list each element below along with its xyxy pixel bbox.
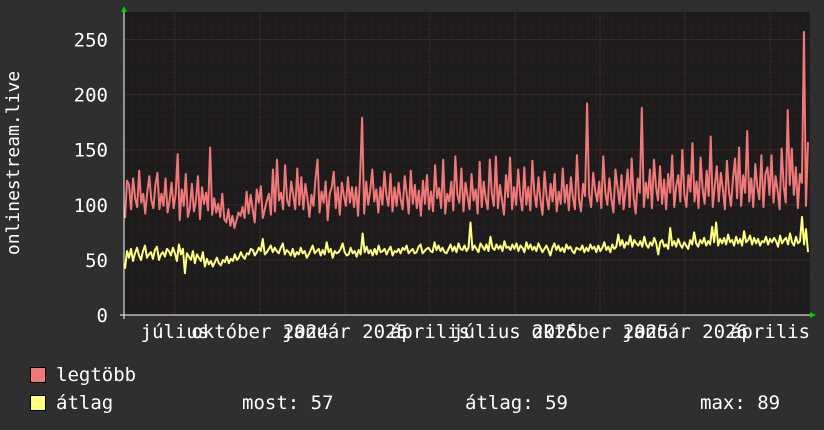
- x-axis-ticks: júliusoktóber 2024január 2025áprilisjúli…: [141, 321, 810, 343]
- y-axis-label: onlinestream.live: [3, 71, 24, 255]
- y-axis-arrow: [121, 6, 127, 12]
- y-tick-label: 150: [74, 140, 108, 162]
- y-tick-label: 0: [97, 305, 108, 327]
- x-tick-label: április: [730, 321, 810, 343]
- y-tick-label: 250: [74, 30, 108, 52]
- x-axis-arrow: [810, 312, 816, 318]
- y-tick-label: 100: [74, 195, 108, 217]
- plot-background: [124, 12, 810, 315]
- y-axis-ticks: 0 50 100 150 200 250: [74, 30, 108, 327]
- y-tick-label: 200: [74, 85, 108, 107]
- y-tick-label: 50: [85, 250, 108, 272]
- chart: 0 50 100 150 200 250 júliusoktóber 2024január…: [3, 6, 816, 343]
